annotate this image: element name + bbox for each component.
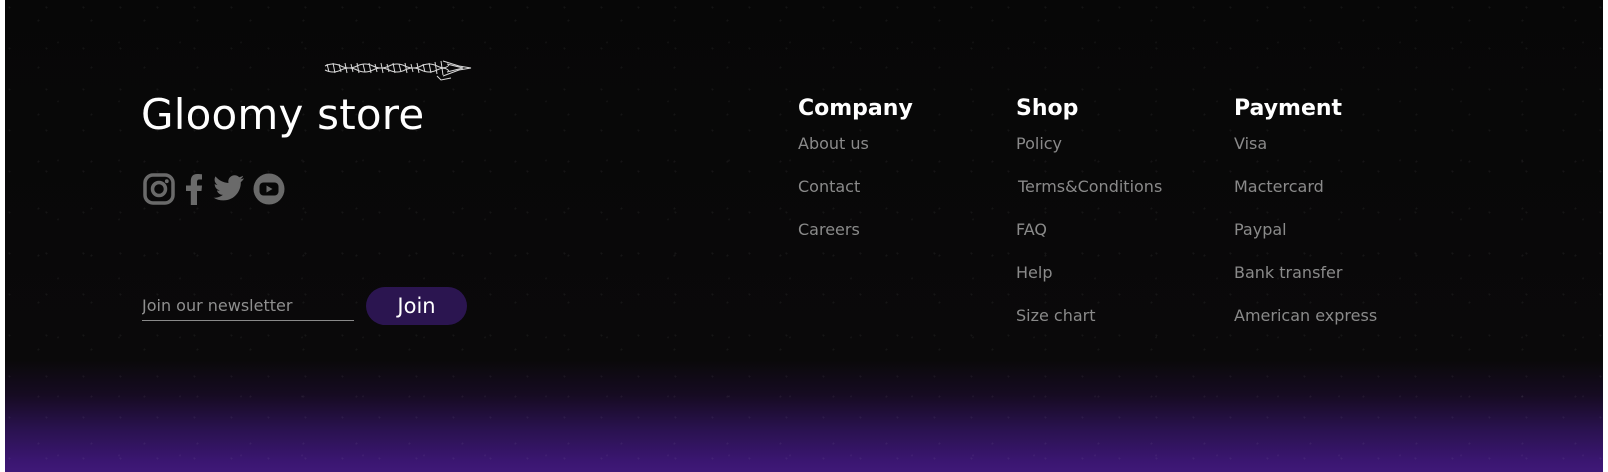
payment-heading: Payment (1234, 96, 1343, 121)
link-contact[interactable]: Contact (798, 176, 913, 219)
link-careers[interactable]: Careers (798, 219, 913, 262)
shop-column: Shop Policy Terms&Conditions FAQ Help Si… (1016, 94, 1162, 348)
site-footer: Gloomy store Join our newsletter Join Co… (5, 0, 1603, 472)
facebook-icon (186, 174, 202, 205)
newsletter-email-input[interactable] (142, 290, 354, 321)
twitter-icon (213, 175, 244, 201)
twitter-link[interactable] (212, 172, 246, 206)
shop-links: Policy Terms&Conditions FAQ Help Size ch… (1016, 133, 1162, 348)
company-links: About us Contact Careers (798, 133, 913, 262)
payment-column: Payment Visa Mactercard Paypal Bank tran… (1234, 94, 1377, 348)
youtube-link[interactable] (252, 172, 286, 206)
scribble-decoration-icon (324, 60, 472, 81)
instagram-link[interactable] (142, 172, 176, 206)
right-edge (1603, 0, 1608, 472)
brand-title: Gloomy store (141, 90, 425, 139)
link-about-us[interactable]: About us (798, 133, 913, 176)
company-heading: Company (798, 96, 913, 121)
link-bank-transfer[interactable]: Bank transfer (1234, 262, 1377, 305)
link-visa[interactable]: Visa (1234, 133, 1377, 176)
social-links (142, 172, 286, 206)
link-mastercard[interactable]: Mactercard (1234, 176, 1377, 219)
link-policy[interactable]: Policy (1016, 133, 1162, 176)
instagram-icon (143, 173, 175, 205)
shop-heading: Shop (1016, 96, 1079, 121)
link-size-chart[interactable]: Size chart (1016, 305, 1162, 348)
link-american-express[interactable]: American express (1234, 305, 1377, 348)
link-terms-conditions[interactable]: Terms&Conditions (1016, 176, 1162, 219)
youtube-icon (253, 173, 285, 205)
facebook-link[interactable] (182, 172, 206, 206)
join-button[interactable]: Join (366, 287, 467, 325)
payment-links: Visa Mactercard Paypal Bank transfer Ame… (1234, 133, 1377, 348)
link-help[interactable]: Help (1016, 262, 1162, 305)
company-column: Company About us Contact Careers (798, 94, 913, 262)
link-faq[interactable]: FAQ (1016, 219, 1162, 262)
link-paypal[interactable]: Paypal (1234, 219, 1377, 262)
